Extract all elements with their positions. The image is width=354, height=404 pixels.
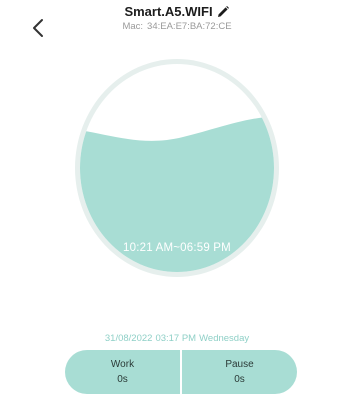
- device-detail-screen: Smart.A5.WIFI Mac: 34:EA:E7:BA:72:CE 10:…: [0, 0, 354, 404]
- pause-stat: Pause 0s: [182, 350, 297, 394]
- work-value: 0s: [117, 374, 128, 385]
- current-time: 03:17 PM: [155, 333, 197, 344]
- current-datetime: 31/08/2022 03:17 PM Wednesday: [0, 333, 354, 344]
- current-date: 31/08/2022: [104, 333, 153, 344]
- dial-fill-wave: [80, 116, 274, 272]
- work-stat: Work 0s: [65, 350, 180, 394]
- device-name: Smart.A5.WIFI: [124, 4, 213, 19]
- mac-label: Mac:: [122, 21, 144, 32]
- header: Smart.A5.WIFI Mac: 34:EA:E7:BA:72:CE: [0, 4, 354, 32]
- pencil-icon[interactable]: [216, 5, 230, 19]
- work-label: Work: [110, 359, 135, 370]
- stats-panel: Work 0s Pause 0s: [65, 350, 297, 394]
- pause-value: 0s: [234, 374, 245, 385]
- schedule-time-range: 10:21 AM~06:59 PM: [123, 242, 231, 254]
- device-name-row: Smart.A5.WIFI: [0, 4, 354, 19]
- current-weekday: Wednesday: [199, 333, 250, 344]
- mac-address: Mac: 34:EA:E7:BA:72:CE: [0, 21, 354, 32]
- pause-label: Pause: [225, 359, 254, 370]
- mac-value: 34:EA:E7:BA:72:CE: [147, 21, 232, 32]
